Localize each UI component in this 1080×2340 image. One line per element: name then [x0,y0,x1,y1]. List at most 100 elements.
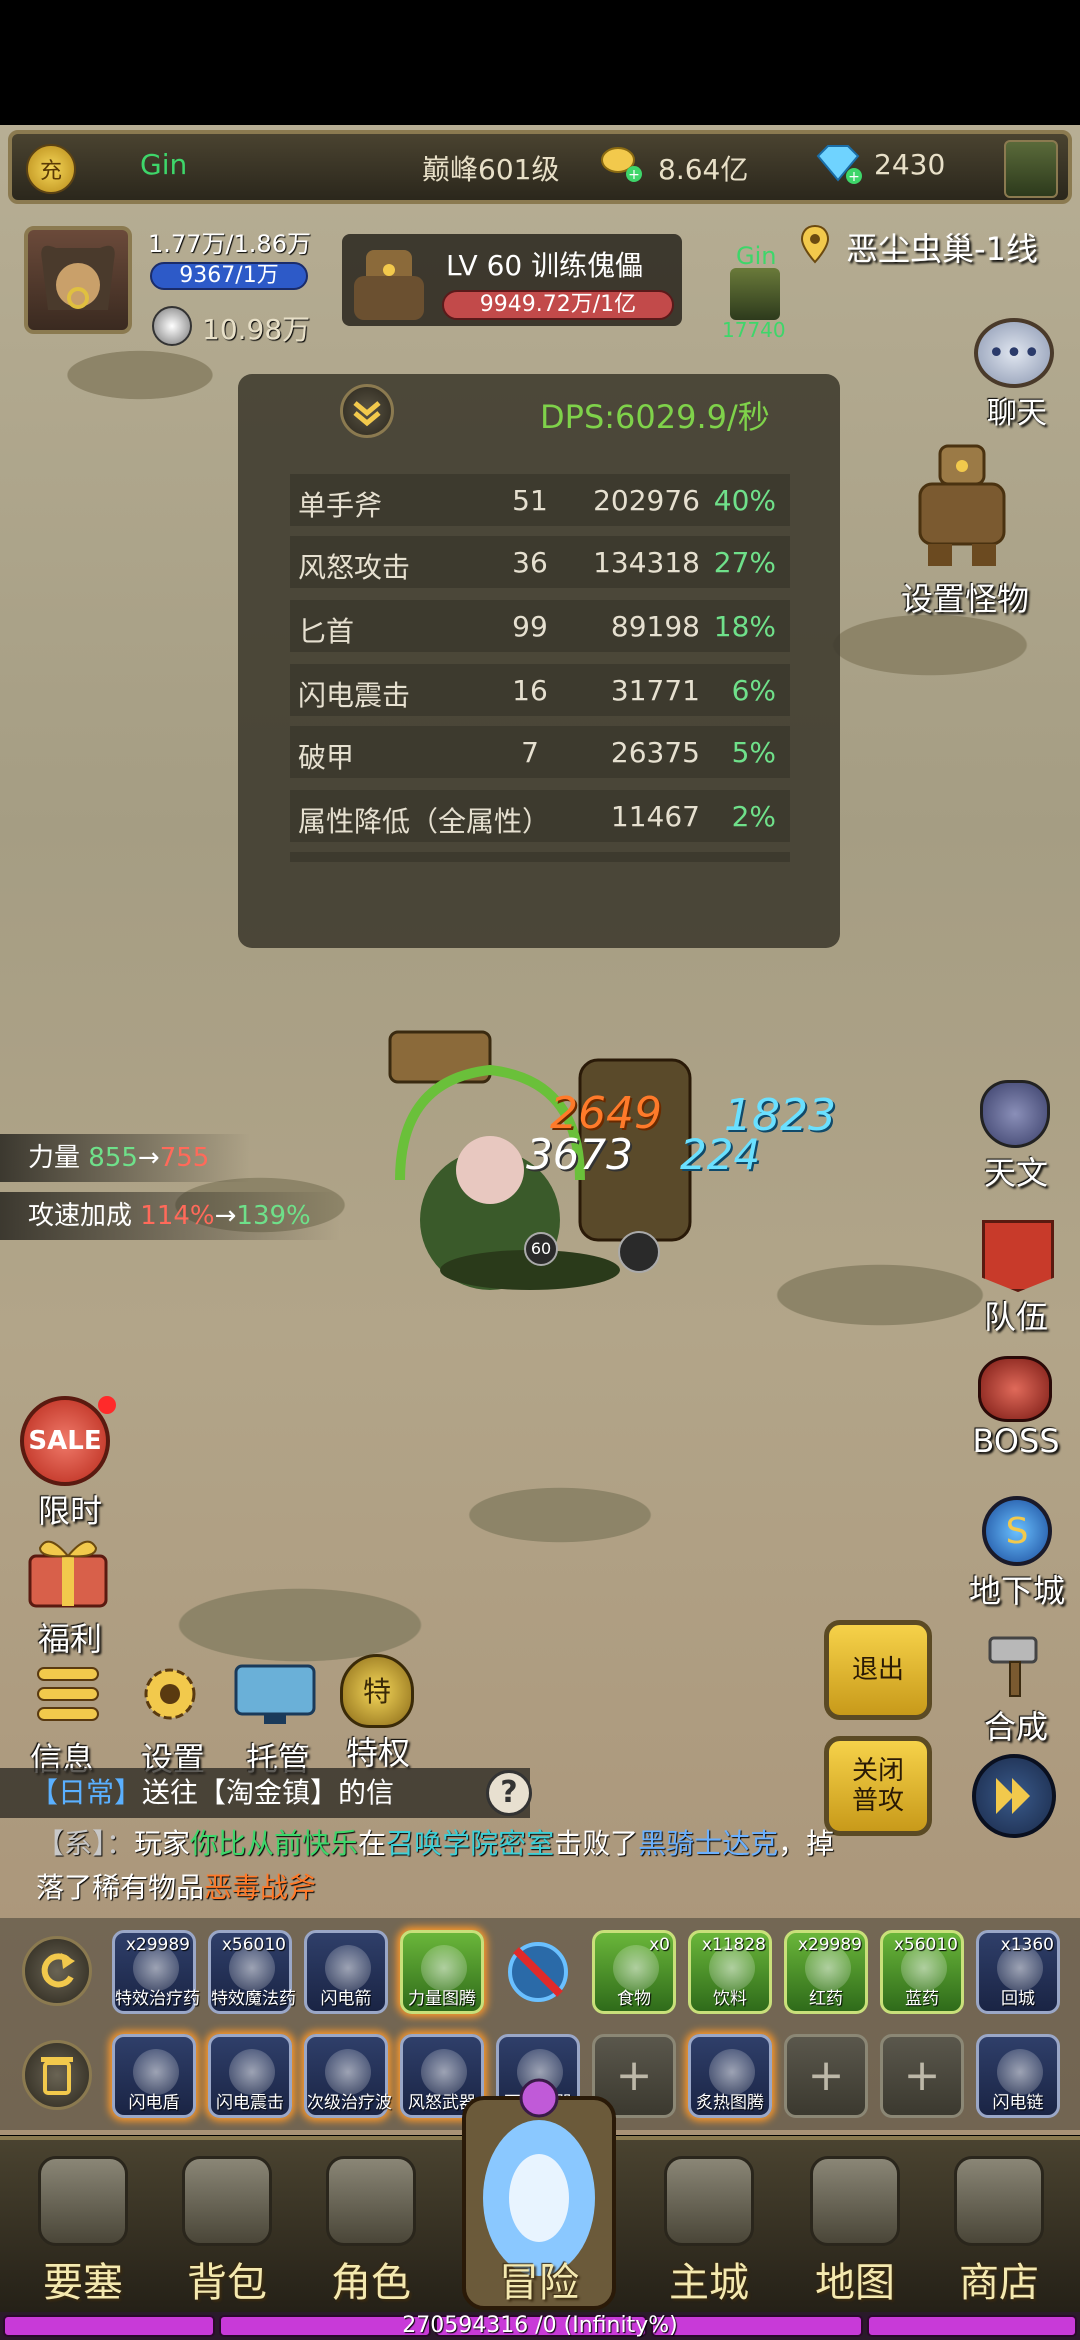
sys-text-5: 落了稀有物品 [36,1871,205,1904]
dps-damage: 202976 [593,484,700,517]
skill-slot[interactable]: 闪电震击 [208,2034,292,2118]
nav-label: 主城 [669,2260,749,2306]
nav-fortress[interactable]: 要塞 [28,2150,138,2310]
skill-label: 特效魔法药 [211,1989,296,2009]
empty-skill-slot[interactable]: + [784,2034,868,2118]
quest-line[interactable]: 【日常】送往【淘金镇】的信 [0,1768,530,1818]
ally-totem-icon[interactable] [730,268,780,320]
skill-slot[interactable]: 闪电盾 [112,2034,196,2118]
auto-button[interactable]: 托管 [230,1660,326,1778]
trash-icon[interactable] [22,2040,92,2110]
totem-icon[interactable] [1004,140,1058,198]
notification-dot [98,1396,116,1414]
target-hp: 9949.72万/1亿 [479,292,637,317]
svg-text:+: + [628,167,640,183]
disabled-attack-icon[interactable] [496,1930,580,2014]
chat-label: 聊天 [987,396,1047,431]
tianwen-button[interactable]: 天文 [968,1080,1064,1192]
dps-damage: 134318 [593,546,700,579]
buff-arrow: → [137,1143,160,1173]
nav-castle[interactable]: 主城 [654,2150,764,2310]
skill-slot[interactable]: 次级治疗波 [304,2034,392,2118]
welfare-button[interactable]: 福利 [20,1530,120,1658]
skill-label: 闪电震击 [216,2093,284,2113]
skill-slot[interactable]: x56010 特效魔法药 [208,1930,296,2014]
empty-skill-slot[interactable]: + [880,2034,964,2118]
skill-slot[interactable]: 闪电箭 [304,1930,388,2014]
craft-button[interactable]: 合成 [968,1628,1064,1746]
sys-player[interactable]: 你比从前快乐 [190,1827,358,1860]
set-monster-label: 设置怪物 [900,580,1029,618]
recharge-icon[interactable]: 充 [26,144,76,194]
buff-atkspd-to: 139% [236,1201,311,1231]
limited-sale-button[interactable]: SALE 限时 [20,1396,120,1530]
skill-slot[interactable]: x0 食物 [592,1930,676,2014]
skill-label: 闪电箭 [320,1989,372,2009]
svg-text:+: + [848,169,860,185]
location-label[interactable]: 恶尘虫巢-1线 [846,224,1038,270]
settings-button[interactable]: 设置 [130,1660,216,1778]
team-button[interactable]: 队伍 [968,1220,1064,1336]
collapse-chevron-icon[interactable] [340,384,394,438]
location-pin-icon [800,224,830,264]
dps-skill-name: 匕首 [298,615,355,648]
nav-backpack[interactable]: 背包 [172,2150,282,2310]
skill-count: x29989 [125,1935,190,1955]
nav-shop-gong[interactable]: 商店 [944,2150,1054,2310]
nav-label: 要塞 [43,2260,123,2306]
sys-boss: 黑骑士达克 [638,1827,779,1860]
diamond-icon[interactable]: + [812,142,862,186]
dungeon-button[interactable]: S 地下城 [962,1496,1072,1610]
player-avatar[interactable] [24,226,132,334]
welfare-label: 福利 [37,1620,102,1658]
boss-button[interactable]: BOSS [968,1356,1064,1466]
golem-icon [918,444,1006,566]
nav-helmet[interactable]: 角色 [316,2150,426,2310]
privilege-button[interactable]: 特 特权 [330,1654,426,1772]
player-name: Gin [140,148,188,181]
dps-row: 风怒攻击 36 134318 27% [290,536,790,588]
dps-hits: 7 [521,736,539,769]
shop-gong-icon [954,2156,1044,2246]
dps-row-partial [290,852,790,862]
chat-button[interactable]: ••• 聊天 [974,318,1060,431]
dps-skill-name: 破甲 [298,741,355,774]
boss-dragon-icon [978,1356,1052,1422]
player-mp-bar: 9367/1万 [150,262,308,290]
monitor-icon [234,1664,316,1724]
gift-box-icon [28,1540,108,1608]
info-button[interactable]: 信息 [30,1660,116,1778]
damage-number-3: 3673 [526,1130,633,1179]
dps-damage: 89198 [610,610,700,643]
skill-slot[interactable]: 力量图腾 [400,1930,484,2014]
skill-slot[interactable]: x56010 蓝药 [880,1930,964,2014]
question-icon[interactable]: ? [486,1770,532,1816]
skill-slot[interactable]: x1360 回城 [976,1930,1060,2014]
set-monster-button[interactable]: 设置怪物 [890,440,1040,620]
skill-label: 力量图腾 [408,1989,476,2009]
dps-hits: 36 [512,546,548,579]
scroll-map-icon [810,2156,900,2246]
target-portrait[interactable] [346,236,432,326]
skill-slot[interactable]: x29989 红药 [784,1930,868,2014]
exit-button[interactable]: 退出 [824,1620,932,1720]
close-attack-button[interactable]: 关闭 普攻 [824,1736,932,1836]
skill-slot[interactable]: 闪电链 [976,2034,1060,2118]
nav-scroll-map[interactable]: 地图 [800,2150,910,2310]
skill-label: 回城 [1001,1989,1035,2009]
demon-face-icon [980,1080,1050,1148]
skill-slot[interactable]: x29989 特效治疗药 [112,1930,200,2014]
skill-slot[interactable]: 炙热图腾 [688,2034,772,2118]
castle-icon [664,2156,754,2246]
swap-arrow-icon[interactable] [22,1936,92,2006]
backpack-icon [182,2156,272,2246]
nav-adventure[interactable]: 冒险 [484,2150,594,2310]
sys-item[interactable]: 恶毒战斧 [204,1871,316,1904]
tianwen-label: 天文 [983,1154,1048,1192]
skill-count: x29989 [797,1935,862,1955]
skill-slot[interactable]: x11828 饮料 [688,1930,772,2014]
skill-label: 特效治疗药 [115,1989,200,2009]
add-slot-icon: + [903,2050,941,2101]
buff-attack-speed: 攻速加成 114%→139% [0,1192,340,1240]
gold-icon[interactable]: + [600,144,644,183]
